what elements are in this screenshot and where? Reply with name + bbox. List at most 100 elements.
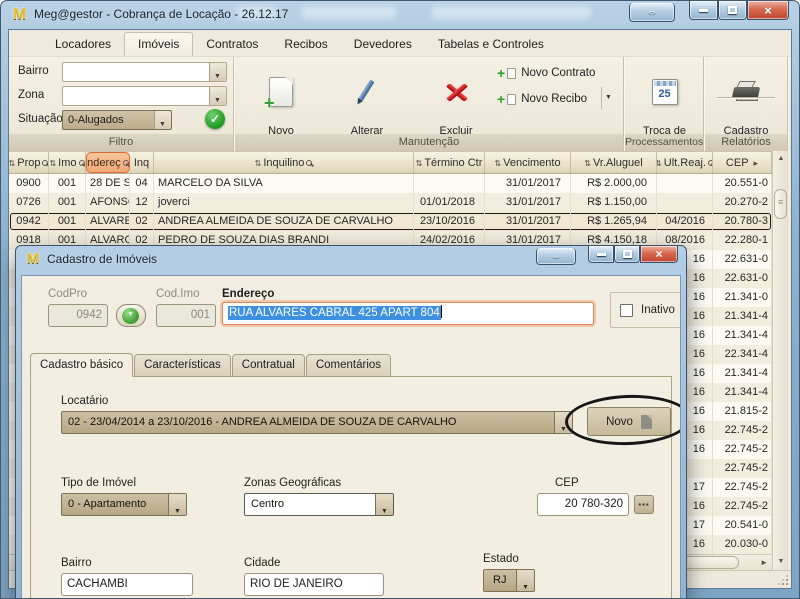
situacao-filter-combo[interactable]: 0-Alugados — [62, 110, 172, 130]
chevron-down-icon[interactable] — [209, 63, 226, 81]
table-row[interactable]: 0942001ALVARES02ANDREA ALMEIDA DE SOUZA … — [9, 212, 772, 231]
column-header-cep[interactable]: CEP — [713, 152, 772, 173]
column-label: Vencimento — [503, 157, 560, 169]
tipo-imovel-combo[interactable]: 0 - Apartamento — [61, 493, 187, 516]
inativo-label: Inativo — [641, 304, 675, 316]
estado-combo[interactable]: RJ — [483, 569, 535, 592]
column-header-imo[interactable]: Imo — [49, 152, 86, 173]
main-titlebar[interactable]: M Meg@gestor - Cobrança de Locação - 26.… — [1, 1, 799, 29]
apply-filter-button[interactable]: ✓ — [205, 109, 225, 129]
chevron-down-icon[interactable] — [554, 412, 572, 433]
cidade-field[interactable]: RIO DE JANEIRO — [244, 573, 384, 596]
grid-cell: 22.631-0 — [713, 269, 772, 288]
grid-cell: 21.341-4 — [713, 364, 772, 383]
dialog-tab-coment-rios[interactable]: Comentários — [306, 354, 391, 377]
locatario-label: Locatário — [61, 395, 108, 407]
column-label: Inq — [134, 157, 149, 169]
locatario-combo[interactable]: 02 - 23/04/2014 a 23/10/2016 - ANDREA AL… — [61, 411, 573, 434]
dialog-tab-caracter-sticas[interactable]: Características — [134, 354, 231, 377]
grid-cell: 31/01/2017 — [485, 193, 571, 212]
chevron-down-icon[interactable] — [516, 570, 534, 591]
grid-cell: 20.780-3 — [713, 212, 772, 231]
vertical-scroll-thumb[interactable] — [774, 189, 787, 219]
column-header-inquilino[interactable]: Inquilino — [154, 152, 414, 173]
column-header-prop[interactable]: Prop — [9, 152, 49, 173]
chevron-down-icon[interactable] — [154, 111, 171, 129]
maximize-button[interactable] — [718, 1, 747, 20]
pen-icon — [354, 78, 380, 106]
novo-recibo-dropdown[interactable] — [601, 87, 614, 109]
bairro-filter-label: Bairro — [18, 65, 49, 77]
column-header-ndere[interactable]: ndereç — [86, 152, 130, 173]
column-header-ult-reaj[interactable]: Ult.Reaj. — [657, 152, 713, 173]
dialog-titlebar[interactable]: M Cadastro de Imóveis ⇔ × — [16, 246, 686, 275]
scroll-up-icon[interactable] — [773, 151, 789, 167]
grid-cell: 31/01/2017 — [485, 174, 571, 193]
endereco-field[interactable]: RUA ALVARES CABRAL 425 APART 804 — [222, 302, 594, 325]
page-icon — [641, 415, 652, 429]
tab-tabelas-e-controles[interactable]: Tabelas e Controles — [425, 33, 557, 56]
dialog-tab-cadastro-b-sico[interactable]: Cadastro básico — [30, 353, 133, 377]
tab-locadores[interactable]: Locadores — [42, 33, 124, 56]
tab-contratos[interactable]: Contratos — [193, 33, 271, 56]
grid-cell: 0942 — [9, 212, 49, 231]
resize-toggle-button[interactable]: ⇔ — [629, 3, 675, 22]
maximize-icon — [728, 6, 737, 14]
record-picker-button[interactable] — [116, 304, 146, 327]
group-caption-filtro: Filtro — [9, 134, 233, 151]
desktop-ghost-text — [301, 6, 396, 19]
bairro-field[interactable]: CACHAMBI — [61, 573, 193, 596]
estado-label: Estado — [483, 553, 519, 565]
ribbon-group-processamentos: 25 Troca de Vencimento Processamentos — [625, 57, 704, 151]
grid-cell — [414, 174, 485, 193]
zonas-geograficas-combo[interactable]: Centro — [244, 493, 394, 516]
dialog-tab-contratual[interactable]: Contratual — [232, 354, 305, 377]
table-row[interactable]: 090000128 DE SE04MARCELO DA SILVA31/01/2… — [9, 174, 772, 193]
tab-recibos[interactable]: Recibos — [271, 33, 340, 56]
grid-cell: 21.341-4 — [713, 383, 772, 402]
tab-im-veis[interactable]: Imóveis — [124, 32, 193, 56]
column-label: Imo — [58, 157, 76, 169]
cep-field[interactable]: 20 780-320 — [537, 493, 629, 516]
grid-cell: 001 — [49, 174, 86, 193]
grid-cell: 28 DE SE — [86, 174, 130, 193]
column-header-vencimento[interactable]: Vencimento — [485, 152, 571, 173]
inativo-checkbox[interactable] — [620, 304, 633, 317]
dialog-maximize-button[interactable] — [614, 246, 640, 263]
grid-cell: 22.745-2 — [713, 497, 772, 516]
chevron-down-icon[interactable] — [168, 494, 186, 515]
minimize-button[interactable] — [689, 1, 718, 20]
cep-lookup-button[interactable]: ▪▪▪ — [634, 495, 654, 514]
tab-devedores[interactable]: Devedores — [341, 33, 425, 56]
column-header-t-rmino-ctr[interactable]: Término Ctr — [414, 152, 485, 173]
scroll-right-icon[interactable] — [760, 556, 768, 570]
column-header-vr-aluguel[interactable]: Vr.Aluguel — [571, 152, 657, 173]
bairro-filter-combo[interactable] — [62, 62, 227, 82]
vertical-scrollbar[interactable] — [772, 151, 788, 570]
group-caption-manutencao: Manutenção — [235, 134, 623, 151]
scroll-down-icon[interactable] — [773, 554, 789, 570]
close-button[interactable]: × — [747, 1, 789, 20]
page-icon — [507, 94, 516, 105]
app-logo-icon: M — [25, 251, 41, 267]
table-row[interactable]: 0726001AFONSO12joverci01/01/201831/01/20… — [9, 193, 772, 212]
grid-cell: AFONSO — [86, 193, 130, 212]
dialog-resize-toggle-button[interactable]: ⇔ — [536, 248, 576, 265]
selected-text: RUA ALVARES CABRAL 425 APART 804 — [228, 306, 441, 320]
dialog-close-button[interactable]: × — [640, 246, 678, 263]
novo-locatario-button[interactable]: Novo — [587, 407, 671, 436]
grid-cell: 31/01/2017 — [485, 212, 571, 231]
grid-cell: 22.745-2 — [713, 459, 772, 478]
zona-filter-combo[interactable] — [62, 86, 227, 106]
novo-recibo-button[interactable]: + Novo Recibo — [497, 93, 587, 105]
column-header-inq[interactable]: Inq — [130, 152, 154, 173]
column-label: CEP — [726, 157, 749, 169]
resize-grip[interactable] — [778, 575, 788, 585]
grid-cell: 21.341-4 — [713, 326, 772, 345]
dialog-minimize-button[interactable] — [588, 246, 614, 263]
novo-contrato-button[interactable]: + Novo Contrato — [497, 67, 595, 79]
chevron-down-icon[interactable] — [375, 494, 393, 515]
chevron-down-icon[interactable] — [209, 87, 226, 105]
plus-icon: + — [497, 94, 505, 104]
cadastro-imoveis-dialog: M Cadastro de Imóveis ⇔ × CodPro 0942 Co… — [15, 245, 687, 599]
